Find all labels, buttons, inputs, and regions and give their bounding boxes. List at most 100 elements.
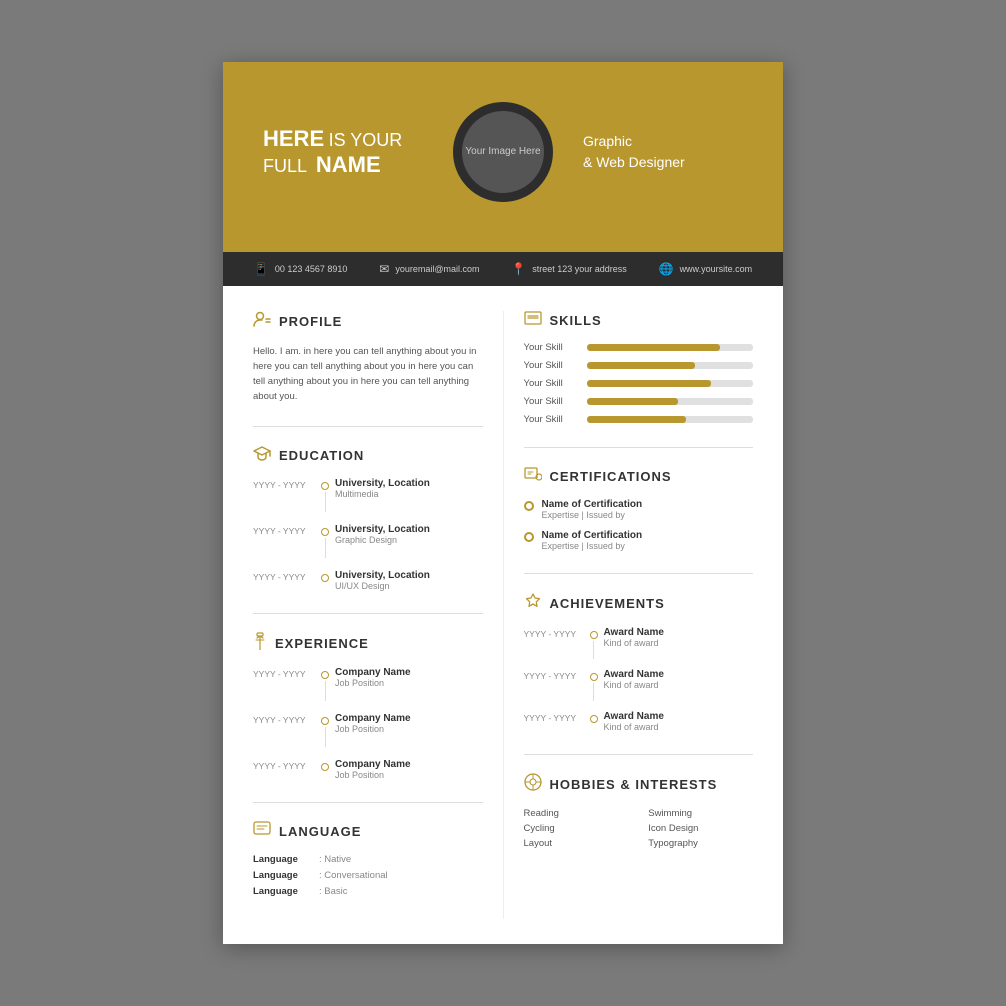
achievement-name: Award Name [604,669,754,680]
experience-company: Company Name [335,713,483,724]
certifications-section-label: CERTIFICATIONS [550,469,672,484]
skill-item: Your Skill [524,378,754,389]
resume-body: PROFILE Hello. I am. in here you can tel… [223,286,783,945]
achievement-item: YYYY - YYYY Award Name Kind of award [524,627,754,659]
hobby-item: Typography [648,838,753,849]
education-school: University, Location [335,524,483,535]
contact-address: 📍 street 123 your address [511,262,627,276]
location-icon: 📍 [511,262,526,276]
skill-bar-background [587,380,754,387]
profile-text: Hello. I am. in here you can tell anythi… [253,344,483,405]
achievements-section: ACHIEVEMENTS YYYY - YYYY Award Name Kind… [524,592,754,732]
skill-label: Your Skill [524,414,579,425]
achievement-name: Award Name [604,711,754,722]
education-content: University, Location Multimedia [335,478,483,499]
experience-item: YYYY - YYYY Company Name Job Position [253,667,483,701]
skill-bar-background [587,362,754,369]
experience-content: Company Name Job Position [335,713,483,734]
skill-label: Your Skill [524,396,579,407]
experience-company: Company Name [335,667,483,678]
achieve-dot-col [590,711,598,723]
experience-position: Job Position [335,678,483,688]
website-text: www.yoursite.com [680,264,753,274]
language-title: LANGUAGE [253,821,483,842]
hobbies-title: HOBBIES & INTERESTS [524,773,754,796]
name-here: HERE [263,126,324,151]
email-icon: ✉ [379,262,389,276]
language-item: Language : Native [253,854,483,865]
certification-item: Name of Certification Expertise | Issued… [524,499,754,520]
timeline-dot-col [321,524,329,558]
language-item: Language : Conversational [253,870,483,881]
hobbies-icon [524,773,542,796]
header-name-block: HERE IS YOUR FULL NAME [263,126,423,178]
cert-content: Name of Certification Expertise | Issued… [542,530,643,551]
experience-date: YYYY - YYYY [253,759,315,771]
name-full: FULL [263,156,307,176]
education-item: YYYY - YYYY University, Location UI/UX D… [253,570,483,591]
profile-section: PROFILE Hello. I am. in here you can tel… [253,311,483,405]
timeline-dot [321,671,329,679]
education-content: University, Location Graphic Design [335,524,483,545]
hobbies-section-label: HOBBIES & INTERESTS [550,777,718,792]
certifications-title: CERTIFICATIONS [524,466,754,487]
experience-position: Job Position [335,724,483,734]
cert-dot [524,501,534,511]
education-date: YYYY - YYYY [253,570,315,582]
skill-bar-background [587,344,754,351]
skills-section: SKILLS Your Skill Your Skill Your Skill … [524,311,754,425]
achievement-item: YYYY - YYYY Award Name Kind of award [524,711,754,732]
certification-item: Name of Certification Expertise | Issued… [524,530,754,551]
experience-section-label: EXPERIENCE [275,636,369,651]
skills-icon [524,311,542,330]
language-list: Language : Native Language : Conversatio… [253,854,483,897]
language-section-label: LANGUAGE [279,824,361,839]
skill-item: Your Skill [524,396,754,407]
timeline-dot [321,717,329,725]
language-item: Language : Basic [253,886,483,897]
skill-item: Your Skill [524,342,754,353]
language-level: : Basic [319,886,348,897]
skill-bar-background [587,398,754,405]
email-text: youremail@mail.com [395,264,479,274]
hobby-item: Icon Design [648,823,753,834]
education-school: University, Location [335,570,483,581]
achieve-dot-col [590,669,598,701]
contact-bar: 📱 00 123 4567 8910 ✉ youremail@mail.com … [223,252,783,286]
skill-label: Your Skill [524,378,579,389]
profile-title: PROFILE [253,311,483,332]
web-icon: 🌐 [659,262,674,276]
certifications-icon [524,466,542,487]
right-column: SKILLS Your Skill Your Skill Your Skill … [504,311,754,920]
timeline-dot [321,574,329,582]
cert-dot [524,532,534,542]
language-section: LANGUAGE Language : Native Language : Co… [253,821,483,897]
achieve-dot [590,673,598,681]
language-name: Language [253,886,313,897]
timeline-dot-col [321,478,329,512]
skill-label: Your Skill [524,360,579,371]
education-list: YYYY - YYYY University, Location Multime… [253,478,483,591]
skills-title: SKILLS [524,311,754,330]
profile-icon [253,311,271,332]
timeline-dot [321,482,329,490]
achievement-content: Award Name Kind of award [604,627,754,648]
experience-title: EXPERIENCE [253,632,483,655]
hobby-item: Reading [524,808,629,819]
skill-item: Your Skill [524,414,754,425]
achievement-name: Award Name [604,627,754,638]
achieve-dot [590,631,598,639]
achievements-list: YYYY - YYYY Award Name Kind of award YYY… [524,627,754,732]
photo-outer-circle: Your Image Here [453,102,553,202]
contact-email: ✉ youremail@mail.com [379,262,479,276]
language-level: : Conversational [319,870,388,881]
timeline-dot-col [321,570,329,582]
header-title-block: Graphic & Web Designer [583,131,743,173]
skills-section-label: SKILLS [550,313,602,328]
skill-bar-background [587,416,754,423]
hobby-item: Layout [524,838,629,849]
skill-item: Your Skill [524,360,754,371]
timeline-dot-col [321,759,329,771]
education-icon [253,445,271,466]
certifications-list: Name of Certification Expertise | Issued… [524,499,754,551]
